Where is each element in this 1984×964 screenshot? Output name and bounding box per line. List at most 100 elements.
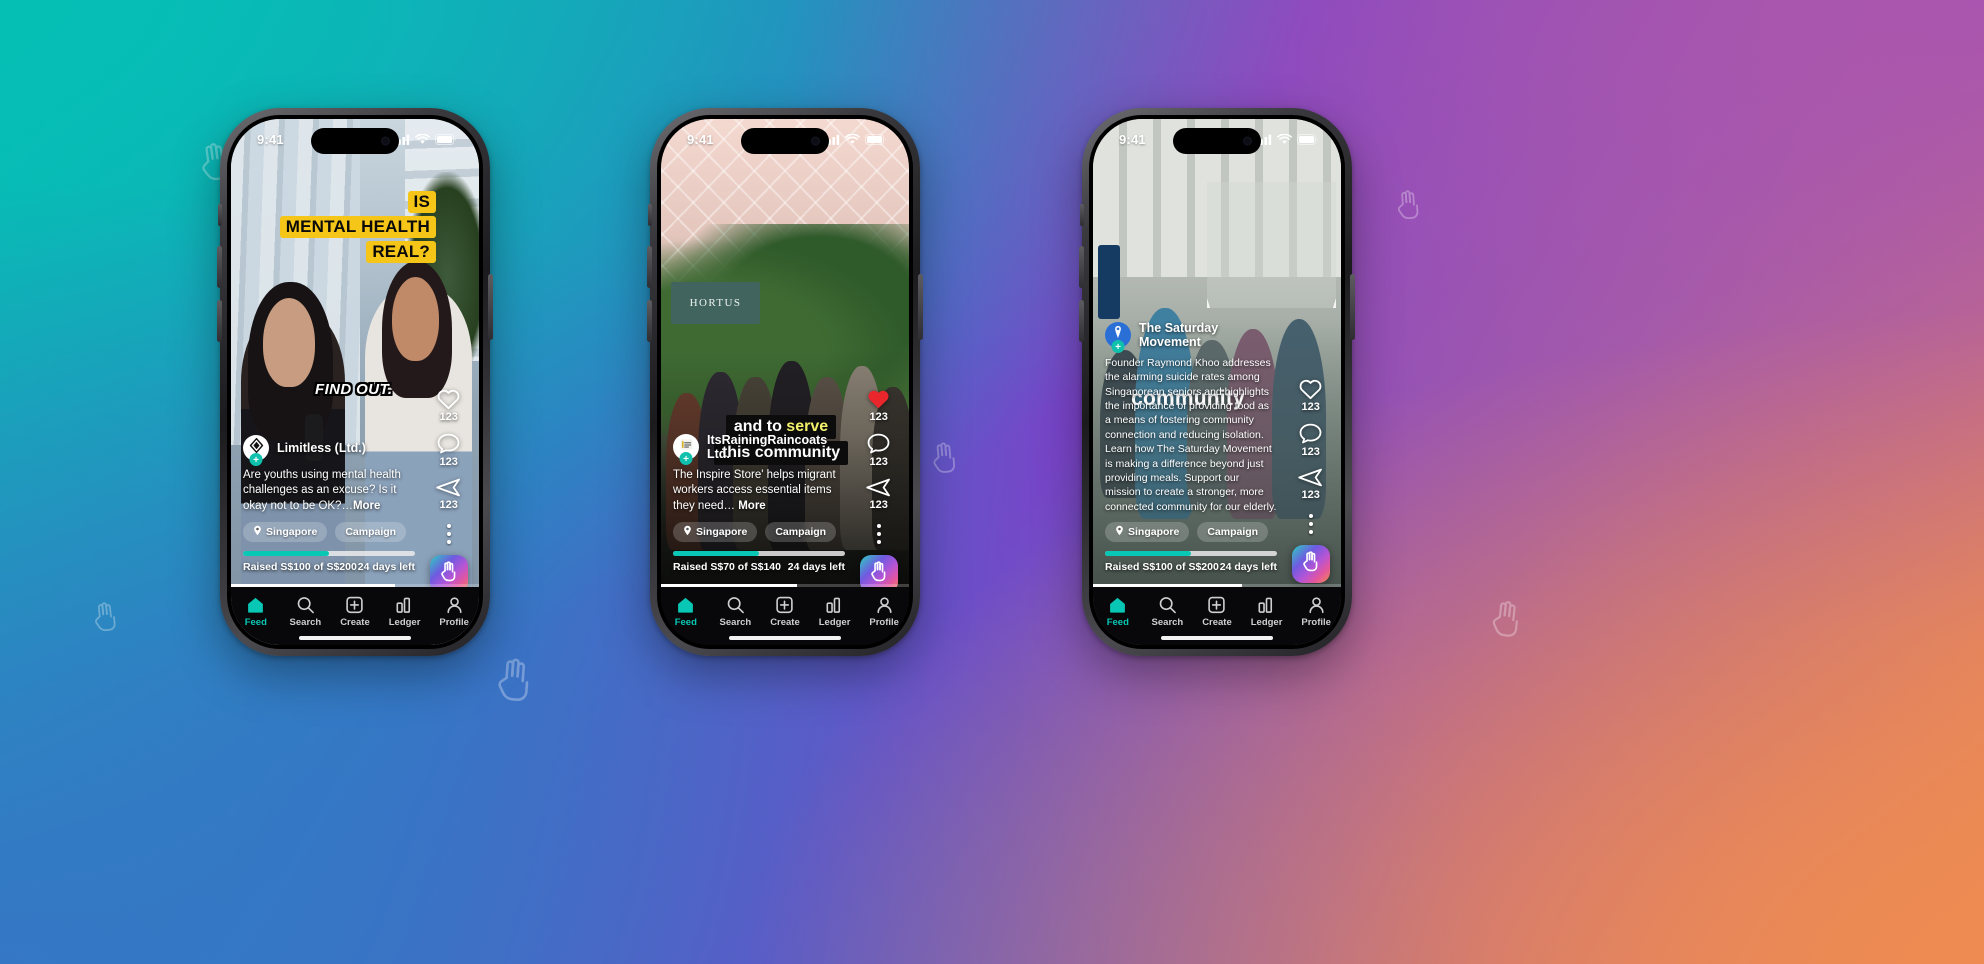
share-button[interactable]: 123 — [865, 477, 892, 511]
share-count: 123 — [1301, 489, 1320, 501]
tab-label: Search — [1151, 617, 1184, 628]
home-icon — [676, 596, 695, 614]
power-button — [1350, 274, 1355, 340]
like-count: 123 — [1301, 401, 1320, 413]
avatar[interactable]: + — [243, 435, 269, 467]
tab-label: Feed — [674, 617, 697, 628]
post-description: The Inspire Store' helps migrant workers… — [673, 468, 845, 514]
sidebar-item-search[interactable]: Search — [1143, 596, 1193, 628]
fundraise-progress-bar — [1105, 551, 1277, 556]
follow-plus-icon[interactable]: + — [1111, 339, 1125, 353]
sidebar-item-feed[interactable]: Feed — [661, 596, 711, 628]
sticker-line: IS — [407, 191, 436, 214]
sidebar-item-search[interactable]: Search — [281, 596, 331, 628]
wifi-icon — [415, 133, 430, 145]
power-button — [918, 274, 923, 340]
sidebar-item-profile[interactable]: Profile — [1291, 596, 1341, 628]
location-pin-icon — [253, 525, 262, 539]
heart-icon — [436, 387, 461, 410]
post-info-center: + ItsRainingRaincoats Ltd. The Inspire S… — [673, 433, 845, 573]
tab-label: Ledger — [818, 617, 851, 628]
sidebar-item-ledger[interactable]: Ledger — [810, 596, 860, 628]
person-icon — [1307, 596, 1326, 614]
location-pin-icon — [1115, 525, 1124, 539]
raised-text: Raised S$70 of S$140 — [673, 561, 781, 573]
sidebar-item-create[interactable]: Create — [760, 596, 810, 628]
like-button[interactable]: 123 — [1298, 377, 1323, 413]
sidebar-item-feed[interactable]: Feed — [1093, 596, 1143, 628]
comment-icon — [866, 432, 891, 455]
avatar[interactable]: + — [1105, 321, 1131, 353]
chip-location[interactable]: Singapore — [1105, 522, 1190, 542]
chip-category[interactable]: Campaign — [335, 522, 407, 542]
comment-button[interactable]: 123 — [436, 432, 461, 468]
peace-hand-watermark-6 — [1483, 596, 1529, 642]
tab-label: Profile — [439, 617, 469, 628]
comment-button[interactable]: 123 — [866, 432, 891, 468]
phone-screen-right: 9:41 community 123 123 123 + The Saturda… — [1093, 119, 1341, 645]
tab-label: Feed — [244, 617, 267, 628]
sidebar-item-profile[interactable]: Profile — [859, 596, 909, 628]
chip-label: Singapore — [266, 526, 318, 538]
follow-plus-icon[interactable]: + — [679, 452, 693, 466]
sidebar-item-ledger[interactable]: Ledger — [1242, 596, 1292, 628]
tab-label: Search — [289, 617, 322, 628]
share-button[interactable]: 123 — [435, 477, 462, 511]
comment-button[interactable]: 123 — [1298, 422, 1323, 458]
org-row[interactable]: + Limitless (Ltd.) — [243, 435, 415, 467]
org-row[interactable]: + ItsRainingRaincoats Ltd. — [673, 433, 845, 466]
tab-label: Ledger — [1250, 617, 1283, 628]
like-count: 123 — [869, 411, 888, 423]
days-left-text: 24 days left — [787, 561, 845, 573]
tab-label: Profile — [869, 617, 899, 628]
org-row[interactable]: + The Saturday Movement — [1105, 321, 1277, 353]
sign-text: HORTUS — [689, 297, 742, 310]
chip-category[interactable]: Campaign — [1197, 522, 1269, 542]
like-button[interactable]: 123 — [436, 387, 461, 423]
more-vertical-icon[interactable] — [446, 524, 451, 544]
like-button[interactable]: 123 — [866, 387, 891, 423]
more-link[interactable]: More — [353, 500, 380, 512]
fundraise-meta: Raised S$100 of S$200 24 days left — [1105, 561, 1277, 573]
comment-count: 123 — [869, 456, 888, 468]
share-arrow-icon — [435, 477, 462, 498]
home-icon — [1108, 596, 1127, 614]
sidebar-item-search[interactable]: Search — [711, 596, 761, 628]
phone-screen-center: HORTUS 9:41 and to serve this community … — [661, 119, 909, 645]
chip-label: Singapore — [696, 526, 748, 538]
video-sticker-left: IS MENTAL HEALTH REAL? — [261, 191, 436, 266]
chip-label: Campaign — [345, 526, 397, 538]
sidebar-item-profile[interactable]: Profile — [429, 596, 479, 628]
comment-count: 123 — [439, 456, 458, 468]
sidebar-item-feed[interactable]: Feed — [231, 596, 281, 628]
search-icon — [296, 596, 315, 614]
follow-plus-icon[interactable]: + — [249, 453, 263, 467]
battery-full-icon — [435, 133, 457, 145]
more-link[interactable]: More — [738, 500, 765, 512]
silent-switch — [648, 204, 652, 226]
avatar[interactable]: + — [673, 434, 699, 466]
chip-category[interactable]: Campaign — [765, 522, 837, 542]
tab-label: Ledger — [388, 617, 421, 628]
wifi-icon — [1277, 133, 1292, 145]
sidebar-item-ledger[interactable]: Ledger — [380, 596, 430, 628]
sidebar-item-create[interactable]: Create — [1192, 596, 1242, 628]
post-info-left: + Limitless (Ltd.) Are youths using ment… — [243, 435, 415, 573]
heart-icon — [1298, 377, 1323, 400]
more-vertical-icon[interactable] — [1308, 514, 1313, 534]
battery-full-icon — [1297, 133, 1319, 145]
comment-count: 123 — [1301, 446, 1320, 458]
more-vertical-icon[interactable] — [876, 524, 881, 544]
status-time: 9:41 — [687, 131, 714, 147]
volume-down-button — [217, 300, 222, 342]
share-button[interactable]: 123 — [1297, 467, 1324, 501]
chip-location[interactable]: Singapore — [243, 522, 328, 542]
share-count: 123 — [439, 499, 458, 511]
sidebar-item-create[interactable]: Create — [330, 596, 380, 628]
plus-box-icon — [775, 596, 794, 614]
chip-location[interactable]: Singapore — [673, 522, 758, 542]
org-name: ItsRainingRaincoats Ltd. — [707, 433, 828, 462]
phone-mockup-center: HORTUS 9:41 and to serve this community … — [647, 108, 923, 656]
progress-fill — [243, 551, 329, 556]
bar-chart-icon — [395, 596, 414, 614]
